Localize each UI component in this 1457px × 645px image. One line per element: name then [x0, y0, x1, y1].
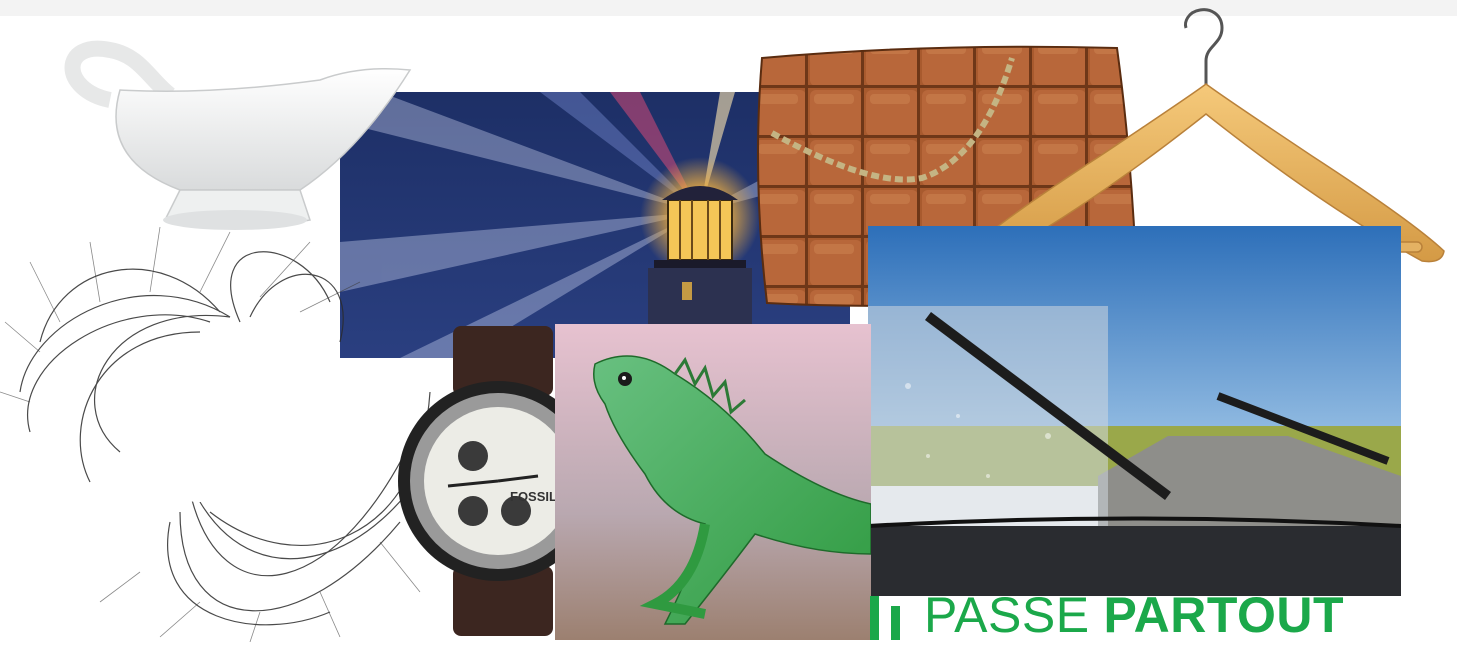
passe-partout-logo: PASSE PARTOUT [870, 585, 1430, 645]
windshield-wiper-photo [868, 226, 1401, 596]
logo-bar [870, 596, 879, 640]
logo-bar [891, 606, 900, 640]
false-eyelashes-photo [0, 222, 460, 642]
gravy-boat-photo [60, 40, 415, 240]
logo-word-partout: PARTOUT [1103, 587, 1345, 643]
logo-mark [870, 596, 900, 640]
watch-brand: FOSSIL [510, 489, 557, 504]
iguana-photo [555, 324, 871, 640]
logo-word-passe: PASSE [924, 587, 1090, 643]
